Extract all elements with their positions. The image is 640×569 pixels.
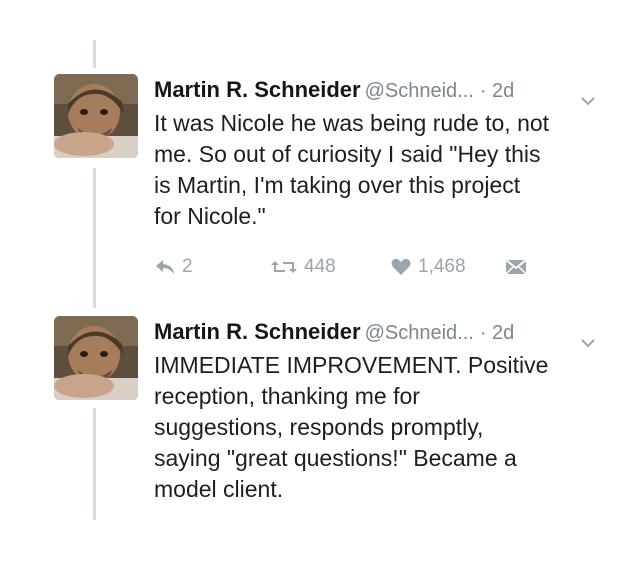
like-count: 1,468 [418,256,466,277]
retweet-button[interactable]: 448 [270,254,336,280]
reply-button[interactable]: 2 [154,254,193,280]
direct-message-icon [504,257,528,277]
reply-count: 2 [182,256,193,277]
avatar[interactable] [54,316,138,400]
tweet-text: IMMEDIATE IMPROVEMENT. Positive receptio… [154,350,604,505]
tweet-text-line: model client. [154,476,284,502]
thread-line [93,168,96,308]
like-button[interactable]: 1,468 [390,254,466,280]
tweet-text-line: saying "great questions!" Became a [154,445,517,471]
display-name[interactable]: Martin R. Schneider [154,77,361,102]
tweet-text-line: is Martin, I'm taking over this project [154,172,521,198]
direct-message-button[interactable] [504,254,528,280]
tweet-header: Martin R. Schneider @Schneid... · 2d [154,74,604,106]
tweet-text-line: suggestions, responds promptly, [154,414,484,440]
tweet-text-line: for Nicole." [154,203,266,229]
thread-line [93,40,96,68]
retweet-icon [270,257,298,277]
tweet-text-line: IMMEDIATE IMPROVEMENT. Positive [154,352,549,378]
avatar-photo [54,74,138,158]
timestamp[interactable]: · 2d [480,80,514,102]
tweet-text-line: reception, thanking me for [154,383,420,409]
tweet-actions: 2 448 1,468 [154,254,594,280]
tweet-header: Martin R. Schneider @Schneid... · 2d [154,316,604,348]
retweet-count: 448 [304,256,336,277]
display-name[interactable]: Martin R. Schneider [154,319,361,344]
tweet-text-line: me. So out of curiosity I said "Hey this [154,141,541,167]
avatar-photo [54,316,138,400]
timestamp[interactable]: · 2d [480,322,514,344]
user-handle[interactable]: @Schneid... [365,322,474,344]
tweet-text: It was Nicole he was being rude to, not … [154,108,604,232]
user-handle[interactable]: @Schneid... [365,80,474,102]
avatar[interactable] [54,74,138,158]
thread-line [93,408,96,520]
heart-icon [390,257,412,277]
tweet-text-line: It was Nicole he was being rude to, not [154,110,550,136]
reply-icon [154,257,176,277]
